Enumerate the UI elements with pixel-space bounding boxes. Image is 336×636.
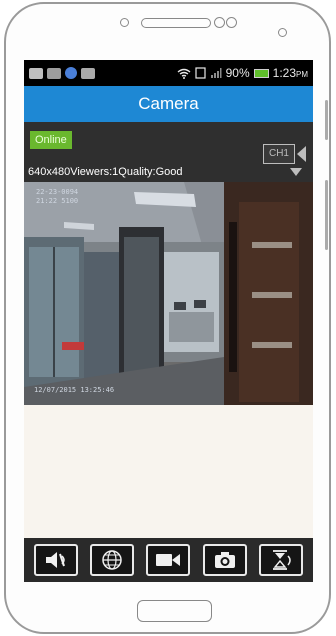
- clipboard-icon: [81, 67, 95, 79]
- overlay-line-1: 22-23-0094: [36, 188, 79, 196]
- signal-icon: [210, 68, 222, 78]
- battery-percent: 90%: [225, 66, 250, 80]
- proximity-sensor: [226, 17, 237, 28]
- sim-icon: [195, 67, 206, 79]
- mute-button[interactable]: [34, 544, 79, 576]
- snapshot-button[interactable]: [202, 544, 247, 576]
- clock: 1:23PM: [273, 66, 308, 80]
- keyboard-icon: [29, 67, 43, 79]
- video-camera-icon: [156, 554, 181, 566]
- channel-down-icon[interactable]: [290, 168, 302, 176]
- content-area: [24, 405, 313, 538]
- light-sensor: [278, 28, 287, 37]
- speaker-mute-icon: [46, 552, 66, 568]
- home-button[interactable]: [137, 600, 212, 622]
- volume-key: [325, 180, 328, 250]
- camera-icon: [214, 552, 235, 568]
- page-title: Camera: [138, 94, 199, 113]
- power-key: [325, 100, 328, 140]
- stream-stats: 640x480Viewers:1Quality:Good: [28, 166, 183, 178]
- front-sensor: [120, 18, 129, 27]
- earpiece-speaker: [141, 18, 211, 28]
- flip-button[interactable]: [258, 544, 303, 576]
- overlay-line-2: 21:22 5100: [36, 197, 79, 205]
- gallery-icon: [47, 67, 61, 79]
- battery-icon: [253, 68, 269, 78]
- camera-frame-image: [24, 182, 313, 405]
- status-bar: 90% 1:23PM: [24, 60, 313, 86]
- title-bar: Camera: [24, 86, 313, 122]
- globe-icon: [102, 550, 123, 570]
- globe-button[interactable]: [90, 544, 135, 576]
- video-overlay-top: 22-23-0094 21:22 5100: [36, 188, 78, 206]
- online-status-badge: Online: [30, 131, 72, 149]
- control-toolbar: [24, 538, 313, 582]
- channel-prev-icon[interactable]: [297, 146, 306, 162]
- clock-time: 1:23: [272, 66, 296, 80]
- front-camera: [214, 17, 225, 28]
- record-button[interactable]: [146, 544, 191, 576]
- wifi-icon: [177, 68, 191, 79]
- channel-selector[interactable]: CH1: [263, 144, 295, 164]
- video-timestamp: 12/07/2015 13:25:46: [34, 386, 115, 394]
- flip-icon: [272, 550, 291, 570]
- clock-suffix: PM: [296, 70, 308, 79]
- stream-info-panel: Online 640x480Viewers:1Quality:Good CH1: [24, 122, 313, 182]
- video-feed[interactable]: 22-23-0094 21:22 5100 12/07/2015 13:25:4…: [24, 182, 313, 405]
- phone-screen: 90% 1:23PM Camera Online 640x480Viewers:…: [24, 60, 313, 582]
- app-notification-icon: [65, 67, 77, 79]
